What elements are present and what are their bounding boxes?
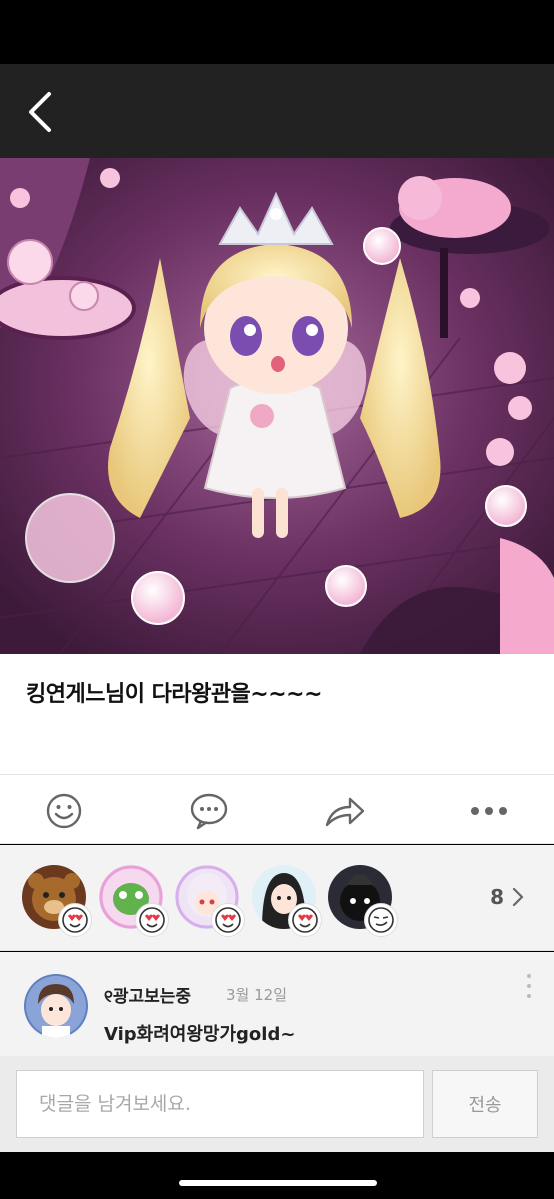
- post-image[interactable]: [0, 158, 554, 654]
- comment-item: ୧광고보는중 3월 12일 Vip화려여왕망가gold~: [0, 952, 554, 1056]
- post-body: 킹연게느님이 다라왕관을~~~~: [0, 654, 554, 774]
- heart-eyes-emoji-icon: [211, 903, 245, 937]
- status-bar: [0, 0, 554, 64]
- heart-eyes-emoji-icon: [58, 903, 92, 937]
- heart-eyes-emoji-icon: [135, 903, 169, 937]
- reactor-avatar[interactable]: [252, 865, 322, 937]
- post-title: 킹연게느님이 다라왕관을~~~~: [26, 682, 323, 707]
- heart-eyes-emoji-icon: [288, 903, 322, 937]
- action-bar: [0, 774, 554, 844]
- smiley-icon: [46, 793, 82, 829]
- reaction-count: 8: [490, 885, 504, 909]
- vertical-dot-icon: [527, 994, 531, 998]
- send-button[interactable]: 전송: [432, 1070, 538, 1138]
- comment-more-button[interactable]: [522, 974, 536, 998]
- comment-text: Vip화려여왕망가gold~: [104, 1024, 296, 1045]
- more-dots-icon: [471, 807, 507, 815]
- chevron-left-icon: [29, 92, 51, 132]
- comment-author-name[interactable]: ୧광고보는중: [104, 982, 191, 1007]
- comment-composer: 전송: [0, 1056, 554, 1152]
- comment-date: 3월 12일: [226, 986, 287, 1004]
- avatar-room-illustration: [0, 158, 554, 654]
- home-indicator[interactable]: [179, 1180, 377, 1186]
- back-button[interactable]: [14, 84, 64, 140]
- vertical-dot-icon: [527, 974, 531, 978]
- vertical-dot-icon: [527, 984, 531, 988]
- nav-bar: [0, 64, 554, 158]
- reactor-avatar[interactable]: [22, 865, 92, 937]
- react-button[interactable]: [42, 789, 86, 833]
- reactor-avatar[interactable]: [99, 865, 169, 937]
- share-arrow-icon: [325, 797, 365, 827]
- share-button[interactable]: [323, 789, 367, 833]
- comment-author-avatar[interactable]: [24, 974, 88, 1038]
- reaction-count-button[interactable]: 8: [490, 885, 524, 909]
- smirk-emoji-icon: [364, 903, 398, 937]
- reaction-list[interactable]: 8: [0, 845, 554, 951]
- speech-bubble-icon: [190, 793, 228, 830]
- reactor-avatar[interactable]: [328, 865, 398, 937]
- chevron-right-icon: [512, 887, 524, 907]
- comment-input[interactable]: [16, 1070, 424, 1138]
- comment-button[interactable]: [187, 789, 231, 833]
- more-options-button[interactable]: [467, 789, 511, 833]
- home-indicator-area: [0, 1152, 554, 1199]
- reactor-avatar[interactable]: [175, 865, 245, 937]
